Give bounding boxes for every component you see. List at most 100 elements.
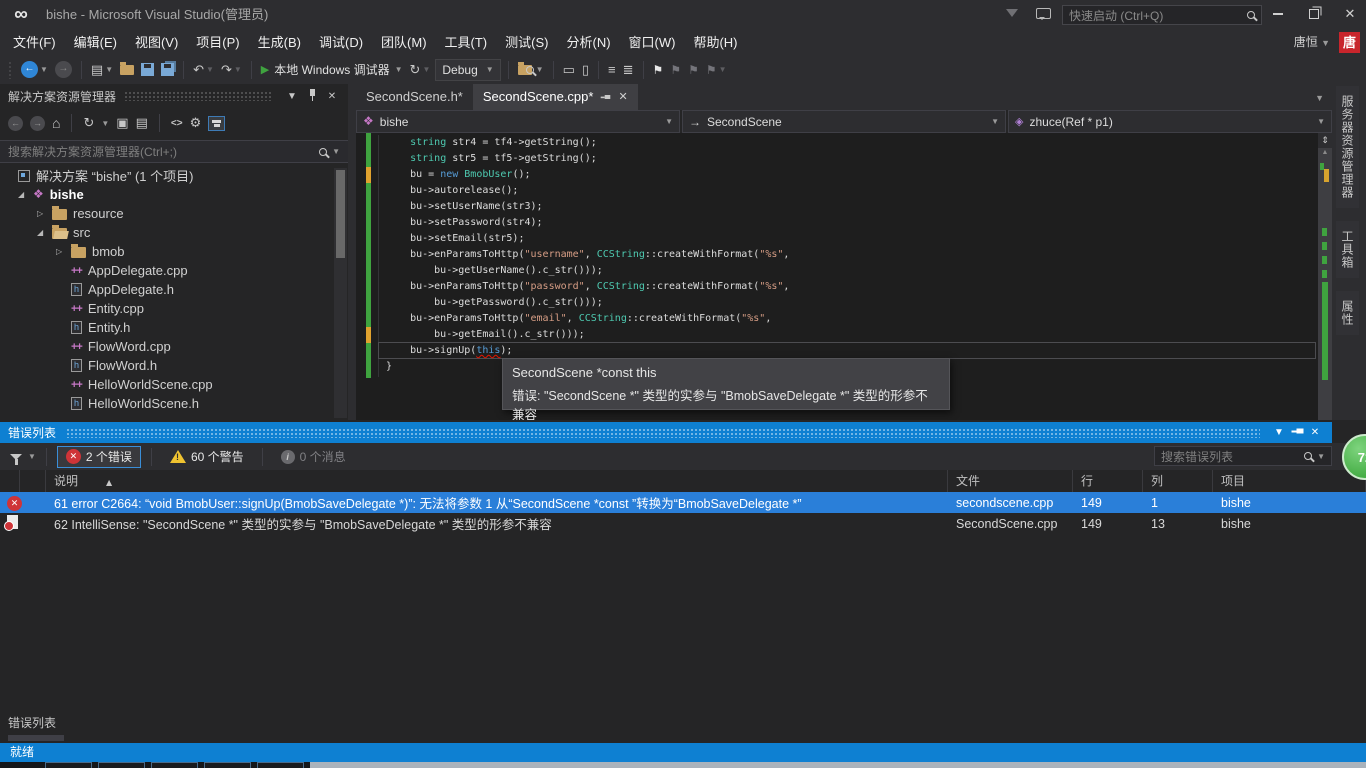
pin-button[interactable] [304, 89, 320, 104]
error-search-input[interactable]: 搜索错误列表 ▼ [1154, 446, 1332, 466]
start-debug-button[interactable]: ▶ 本地 Windows 调试器 ▼ [259, 59, 405, 81]
error-list-titlebar[interactable]: 错误列表 ▼ ✕ [0, 422, 1332, 443]
code-line[interactable]: bu->enParamsToHttp("email", CCString::cr… [378, 311, 789, 327]
tree-item[interactable]: ▷bmob [0, 242, 330, 261]
uncomment-button[interactable]: ▯ [580, 59, 591, 81]
editor-scrollbar[interactable]: ⇕ ▲ [1318, 133, 1332, 420]
toolbar-grip[interactable] [8, 61, 12, 79]
code-line[interactable]: bu->getEmail().c_str())); [378, 327, 789, 343]
collapse-all-button[interactable] [208, 116, 225, 131]
menu-item[interactable]: 测试(S) [496, 30, 557, 55]
menu-item[interactable]: 分析(N) [557, 30, 619, 55]
pin-icon[interactable] [601, 93, 611, 102]
tab-secondscene-h[interactable]: SecondScene.h* [356, 84, 473, 110]
toggle-bookmark-button[interactable]: ⚑ [651, 59, 666, 81]
messages-filter-button[interactable]: i 0 个消息 [273, 446, 354, 468]
code-line[interactable]: bu->enParamsToHttp("password", CCString:… [378, 279, 789, 295]
code-line[interactable]: bu->setEmail(str5); [378, 231, 789, 247]
prev-bookmark-button[interactable]: ⚑ [668, 59, 683, 81]
navigate-back-button[interactable]: ←▼ [19, 59, 50, 81]
column-description[interactable]: 说明▲ [46, 470, 948, 492]
notifications-icon[interactable] [1006, 9, 1018, 17]
window-position-dropdown[interactable]: ▼ [1270, 427, 1288, 438]
quick-launch-input[interactable]: 快速启动 (Ctrl+Q) [1062, 5, 1262, 25]
taskbar-button[interactable] [45, 762, 92, 768]
tree-expand-arrow[interactable]: ◢ [18, 190, 33, 199]
refresh-button[interactable]: ↻▼ [408, 59, 433, 81]
explorer-back-button[interactable]: ← [8, 116, 23, 131]
errors-filter-button[interactable]: ✕ 2 个错误 [57, 446, 141, 468]
tree-item[interactable]: hAppDelegate.h [0, 280, 330, 299]
code-line[interactable]: bu->getUserName().c_str())); [378, 263, 789, 279]
tree-item[interactable]: ++AppDelegate.cpp [0, 261, 330, 280]
column-file[interactable]: 文件 [948, 470, 1073, 492]
code-line[interactable]: bu->signUp(this); [378, 343, 789, 359]
close-panel-button[interactable]: ✕ [324, 91, 340, 102]
scroll-up-icon[interactable]: ▲ [1318, 149, 1332, 156]
code-line[interactable]: bu->autorelease(); [378, 183, 789, 199]
solution-explorer-header[interactable]: 解决方案资源管理器 ▼ ✕ [0, 84, 348, 108]
type-dropdown[interactable]: → SecondScene ▼ [682, 110, 1006, 133]
open-file-button[interactable] [118, 59, 136, 81]
undo-button[interactable]: ↶▼ [191, 59, 216, 81]
column-project[interactable]: 项目 [1213, 470, 1366, 492]
tree-item[interactable]: hFlowWord.h [0, 356, 330, 375]
tree-item[interactable]: ++FlowWord.cpp [0, 337, 330, 356]
properties-icon[interactable]: ⚙ [190, 115, 202, 131]
error-row[interactable]: 62 IntelliSense: "SecondScene *" 类型的实参与 … [0, 513, 1366, 534]
drag-grip[interactable] [66, 428, 1260, 438]
menu-item[interactable]: 生成(B) [249, 30, 310, 55]
tree-expand-arrow[interactable]: ▷ [37, 209, 52, 218]
taskbar-button[interactable] [151, 762, 198, 768]
solution-config-dropdown[interactable]: Debug▼ [435, 59, 500, 81]
warnings-filter-button[interactable]: 60 个警告 [162, 446, 252, 468]
restore-button[interactable] [1298, 0, 1330, 28]
menu-item[interactable]: 视图(V) [126, 30, 187, 55]
tree-item[interactable]: ▷resource [0, 204, 330, 223]
column-col[interactable]: 列 [1143, 470, 1213, 492]
avatar[interactable]: 唐 [1339, 32, 1360, 53]
find-in-files-button[interactable]: ▼ [516, 59, 546, 81]
menu-item[interactable]: 窗口(W) [620, 30, 685, 55]
menu-item[interactable]: 项目(P) [187, 30, 248, 55]
menu-item[interactable]: 帮助(H) [684, 30, 746, 55]
navigate-forward-button[interactable]: → [53, 59, 74, 81]
code-editor[interactable]: string str4 = tf4->getString(); string s… [356, 133, 1332, 420]
user-account[interactable]: 唐恒 ▼ [1294, 30, 1330, 56]
decrease-indent-button[interactable]: ≡ [606, 59, 618, 81]
column-line[interactable]: 行 [1073, 470, 1143, 492]
error-row[interactable]: ✕61 error C2664: “void BmobUser::signUp(… [0, 492, 1366, 513]
filter-icon[interactable] [10, 454, 22, 460]
drag-grip[interactable] [124, 91, 272, 101]
tree-item[interactable]: ++HelloWorldScene.cpp [0, 375, 330, 394]
save-all-button[interactable] [159, 59, 176, 81]
scrollbar-thumb[interactable] [336, 170, 345, 258]
increase-indent-button[interactable]: ≣ [621, 59, 636, 81]
code-line[interactable]: bu->enParamsToHttp("username", CCString:… [378, 247, 789, 263]
tree-item[interactable]: hEntity.h [0, 318, 330, 337]
menu-item[interactable]: 文件(F) [4, 30, 65, 55]
project-dropdown[interactable]: ❖ bishe ▼ [356, 110, 680, 133]
redo-button[interactable]: ↷▼ [219, 59, 244, 81]
code-line[interactable]: bu->getPassword().c_str())); [378, 295, 789, 311]
new-window-button[interactable]: ▤▼ [89, 59, 115, 81]
properties-window-icon[interactable]: ▤ [136, 115, 148, 131]
code-line[interactable]: bu->setUserName(str3); [378, 199, 789, 215]
close-button[interactable]: ✕ [1334, 0, 1366, 28]
tree-expand-arrow[interactable]: ◢ [37, 228, 52, 237]
tree-expand-arrow[interactable]: ▷ [56, 247, 71, 256]
pending-changes-filter-icon[interactable]: ↻ [83, 115, 94, 131]
code-line[interactable]: bu->setPassword(str4); [378, 215, 789, 231]
comment-button[interactable]: ▭ [561, 59, 577, 81]
view-code-icon[interactable]: <> [171, 118, 183, 129]
code-line[interactable]: string str5 = tf5->getString(); [378, 151, 789, 167]
tree-item[interactable]: hHelloWorldScene.h [0, 394, 330, 413]
side-tab[interactable]: 属性 [1336, 291, 1359, 335]
error-list-bottom-tab[interactable]: 错误列表 [8, 714, 56, 731]
tree-item[interactable]: ◢src [0, 223, 330, 242]
menu-item[interactable]: 调试(D) [310, 30, 372, 55]
home-icon[interactable]: ⌂ [52, 115, 60, 131]
next-bookmark-button[interactable]: ⚑ [686, 59, 701, 81]
explorer-scrollbar[interactable] [334, 168, 347, 418]
menu-item[interactable]: 团队(M) [372, 30, 436, 55]
